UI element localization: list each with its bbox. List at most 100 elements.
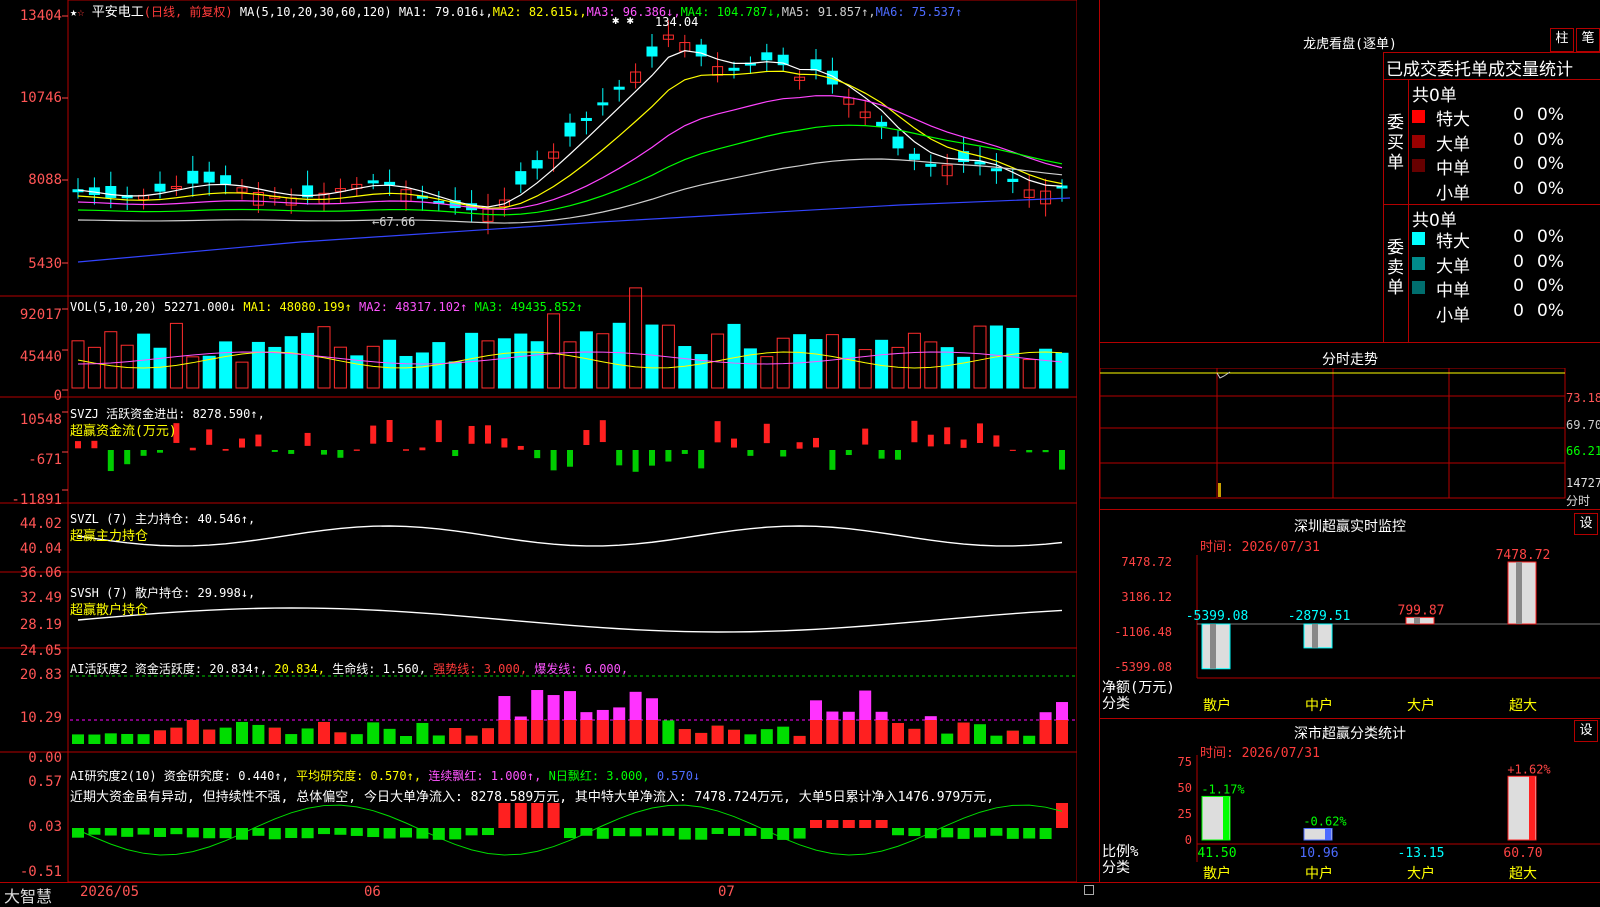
ai2-a: AI活跃度2 资金活跃度: 20.834↑, [70,662,268,676]
tick-mode-button[interactable]: 笔 [1576,28,1600,52]
vol-ma3: MA3: 49435.852↑ [474,300,584,314]
x-tick: 2026/05 [80,884,140,900]
svg-text:-0.62%: -0.62% [1303,814,1347,828]
vol-y-tick: 92017 [19,307,62,323]
stat-p: 0% [1537,154,1564,174]
svsh-y-tick: 32.49 [19,590,62,606]
legend-swatch [1412,183,1425,197]
svg-text:分类: 分类 [1102,860,1130,876]
svg-text:散户: 散户 [1203,865,1231,882]
price-y-tick: 8088 [28,172,62,188]
stat-n: 大单 [1436,134,1470,155]
right-charts: 7478.72 3186.12 -1106.48 -5399.08 -5399.08 散户… [1102,548,1600,882]
svsh-sub: 超赢散户持仓 [70,603,149,618]
svg-text:净额(万元): 净额(万元) [1102,680,1175,696]
svg-text:41.50: 41.50 [1197,846,1236,861]
svzj-y-tick: -671 [28,452,62,468]
price-y-tick: 13404 [19,8,62,24]
right-panel: 龙虎看盘(逐单) 柱 笔 已成交委托单成交量统计 委买单 委卖单 共0单 共0单… [1099,0,1600,882]
svzj-sub: 超赢资金流(万元) [70,424,177,439]
ma-def: MA(5,10,20,30,60,120) [239,5,392,19]
fenshi-y: 73.18 [1566,391,1600,405]
ai3-y-tick: 0.03 [28,819,62,835]
svsh-y-tick: 24.05 [19,643,62,659]
ai3-header: AI研究度2(10) 资金研究度: 0.440↑, 平均研究度: 0.570↑,… [70,767,700,784]
stat-p: 0% [1537,276,1564,296]
legend-swatch [1412,134,1425,148]
svg-text:大户: 大户 [1407,865,1435,882]
chart-area[interactable]: ✱ ✱ ★☆ 平安电工(日线, 前复权) MA(5,10,20,30,60,12… [0,0,1077,882]
low-note: ←67.66 [372,215,416,229]
fenshi-title: 分时走势 [1322,352,1378,368]
vol-y-tick: 0 [53,388,62,404]
legend-swatch [1412,256,1425,270]
x-tick: 07 [718,884,735,900]
price-y-tick: 10746 [19,90,62,106]
bar-mode-button[interactable]: 柱 [1550,28,1574,52]
stat-n: 中单 [1436,281,1470,301]
stat-n: 大单 [1436,256,1470,277]
ai3-d: N日飘红: 3.000, [548,769,650,783]
vol-header: VOL(5,10,20) 52271.000↓ MA1: 48080.199↑ … [70,300,583,314]
ma-value: MA2: 82.615↓, [492,5,587,19]
ai2-c: 生命线: 1.560, [332,662,427,676]
svg-text:-5399.08: -5399.08 [1186,609,1249,624]
stat-v: 0 [1513,178,1524,199]
svg-text:-1106.48: -1106.48 [1114,625,1172,639]
svg-text:75: 75 [1178,755,1192,769]
ai2-y-tick: 20.83 [19,667,62,683]
stat-v: 0 [1513,105,1524,125]
svzl-y-tick: 36.06 [19,565,62,581]
stat-n: 特大 [1436,232,1470,252]
x-axis-bar: 大智慧 2026/05 06 07 [0,882,1600,906]
svg-text:大户: 大户 [1407,697,1435,714]
ma-value: MA5: 91.857↑, [781,5,876,19]
svg-text:-2879.51: -2879.51 [1288,609,1351,624]
legend-swatch [1412,159,1425,172]
svg-text:-13.15: -13.15 [1398,846,1445,861]
svg-text:超大: 超大 [1509,698,1537,714]
svg-text:7478.72: 7478.72 [1121,555,1172,569]
ai2-y-tick: 0.00 [28,750,62,766]
svg-text:中户: 中户 [1305,697,1333,714]
svzl-y-tick: 44.02 [19,516,62,532]
ai3-comment: 近期大资金虽有异动, 但持续性不强, 总体偏空, 今日大单净流入: 8278.5… [70,790,995,805]
period-label[interactable]: (日线, 前复权) [144,5,233,19]
svzj-y-tick: 10548 [19,412,62,428]
stock-name[interactable]: 平安电工 [92,5,144,20]
flag-icon: ☆ [77,5,85,19]
svg-text:3186.12: 3186.12 [1121,590,1172,604]
vol-ma1: MA1: 48080.199↑ [243,300,352,314]
stat-v: 0 [1513,227,1524,247]
ai3-y-tick: 0.57 [28,774,62,790]
high-note: 134.04 [655,15,699,29]
ai3-a: AI研究度2(10) 资金研究度: 0.440↑, [70,769,289,783]
buy-label: 委买单 [1387,113,1404,173]
svsh-y-tick: 28.19 [19,617,62,633]
ai2-d: 强势线: 3.000, [433,662,528,676]
stat-v: 0 [1513,276,1524,296]
stat-v: 0 [1513,300,1524,321]
ai2-header: AI活跃度2 资金活跃度: 20.834↑, 20.834, 生命线: 1.56… [70,660,628,677]
stat-n: 特大 [1436,110,1470,130]
ai3-b: 平均研究度: 0.570↑, [296,769,422,783]
price-header: ★☆ 平安电工(日线, 前复权) MA(5,10,20,30,60,120) M… [70,1,962,20]
buy-total: 共0单 [1412,86,1457,106]
svg-text:799.87: 799.87 [1398,603,1445,618]
legend-swatch [1412,305,1425,319]
fenshi-chart[interactable]: 73.18 69.70 66.21 14727 分时 [1099,367,1600,508]
brand-logo[interactable]: 大智慧 [4,883,52,907]
stat-p: 0% [1537,227,1564,247]
ai2-b: 20.834, [274,662,325,676]
ma-value: MA1: 79.016↓, [398,5,493,19]
chart-canvas[interactable]: ✱ ✱ [0,0,1077,882]
fenshi-y: 14727 [1566,476,1600,490]
sell-label: 委卖单 [1387,238,1404,298]
svg-text:散户: 散户 [1203,697,1231,714]
lock-icon[interactable] [1084,885,1094,895]
svg-text:7478.72: 7478.72 [1496,548,1551,563]
stat-p: 0% [1537,178,1564,199]
svzj-y-tick: -11891 [11,492,62,508]
ai3-c: 连续飘红: 1.000↑, [428,769,542,783]
vol-y-tick: 45440 [19,349,62,365]
